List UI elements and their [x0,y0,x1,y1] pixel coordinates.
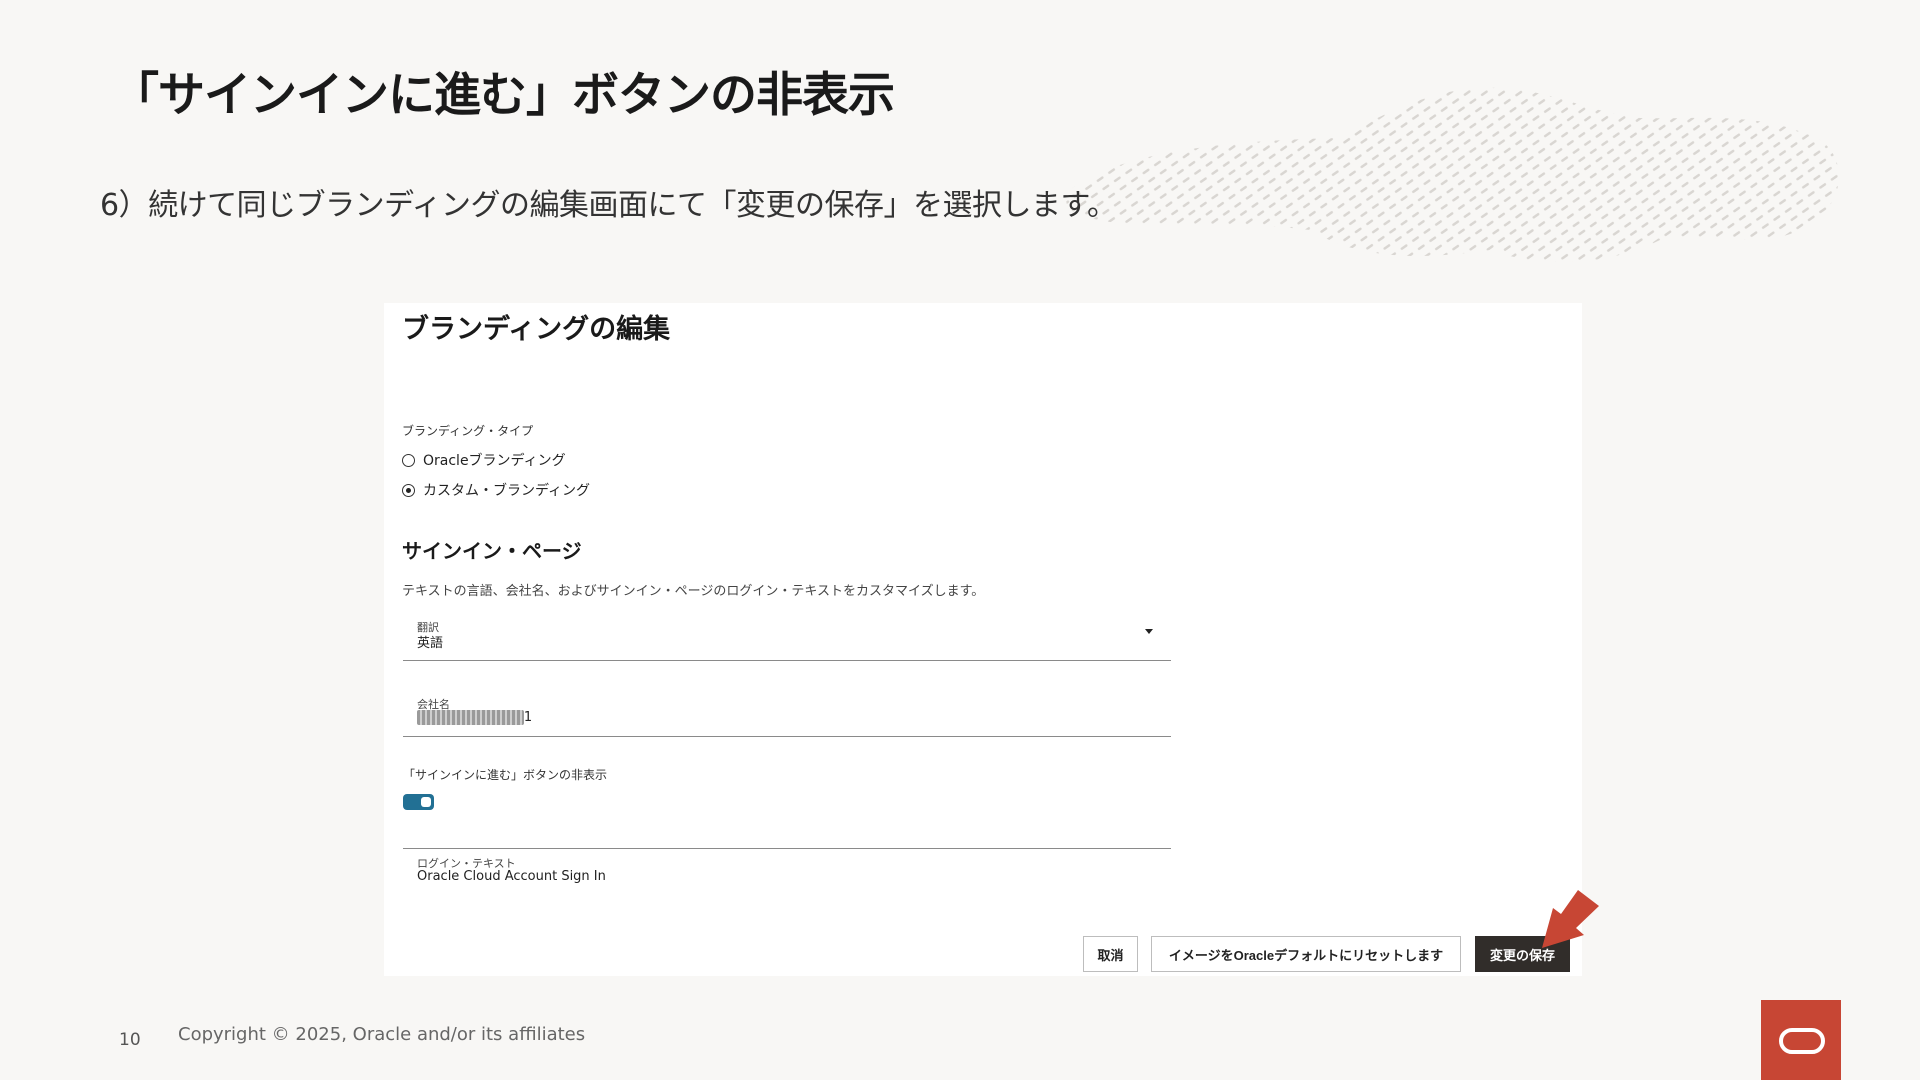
radio-label: Oracleブランディング [423,453,566,469]
step-instruction: 6）続けて同じブランディングの編集画面にて「変更の保存」を選択します。 [100,188,1117,223]
cancel-button[interactable]: 取消 [1083,936,1138,972]
translation-value: 英語 [417,636,444,651]
decorative-pattern [1066,87,1839,262]
panel-title: ブランディングの編集 [402,314,671,345]
translation-select[interactable]: 翻訳 英語 [403,611,1171,661]
reset-image-button[interactable]: イメージをOracleデフォルトにリセットします [1151,936,1461,972]
chevron-down-icon[interactable] [1145,629,1153,634]
copyright-text: Copyright © 2025, Oracle and/or its affi… [178,1024,586,1045]
company-name-suffix: 1 [523,710,533,725]
company-name-field[interactable]: 会社名 oraclejapanchild1 [403,688,1171,737]
toggle-knob [421,797,431,807]
radio-custom-branding[interactable]: カスタム・ブランディング [402,480,590,500]
hide-signin-toggle[interactable] [403,794,434,810]
company-name-value: oraclejapanchild1 [417,710,532,725]
radio-label: カスタム・ブランディング [423,483,591,499]
branding-type-label: ブランディング・タイプ [402,424,534,438]
radio-oracle-branding[interactable]: Oracleブランディング [402,450,566,470]
redacted-text: oraclejapanchild [417,710,524,725]
branding-edit-panel: ブランディングの編集 ブランディング・タイプ Oracleブランディング カスタ… [384,303,1582,976]
oracle-logo [1761,1000,1841,1080]
page-number: 10 [119,1030,141,1050]
radio-button-icon [402,453,415,467]
red-arrow-icon [1542,890,1599,948]
toggle-label: 「サインインに進む」ボタンの非表示 [403,768,608,782]
section-description: テキストの言語、会社名、およびサインイン・ページのログイン・テキストをカスタマイ… [402,584,985,599]
login-text-field[interactable]: ログイン・テキスト Oracle Cloud Account Sign In [403,848,1171,884]
slide-title: 「サインインに進む」ボタンの非表示 [112,68,895,123]
radio-selected-icon [402,483,415,497]
section-heading: サインイン・ページ [402,539,582,563]
oracle-ring-icon [1779,1028,1825,1054]
login-text-value: Oracle Cloud Account Sign In [417,869,606,884]
